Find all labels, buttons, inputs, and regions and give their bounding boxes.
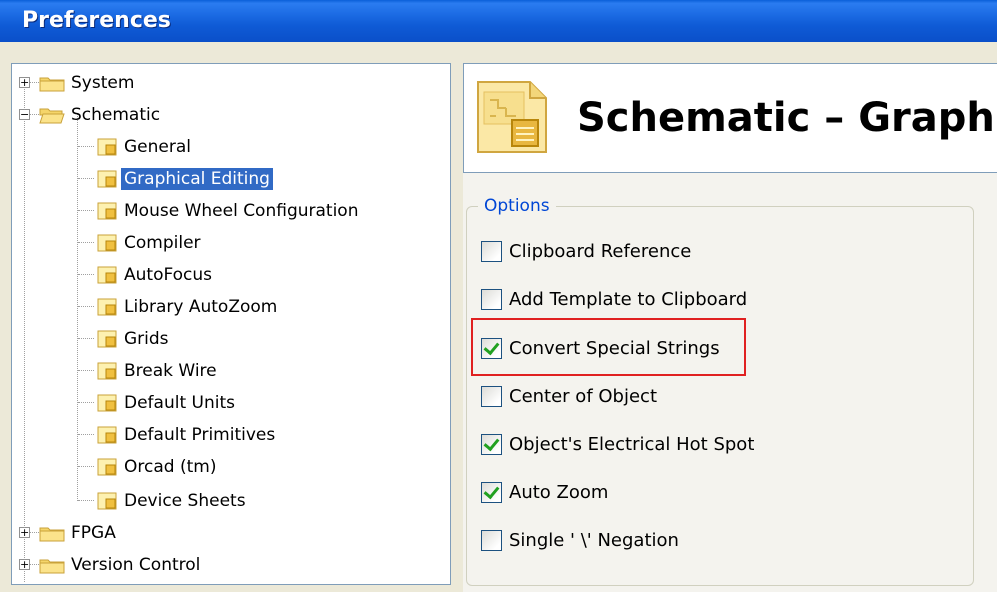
option-label: Object's Electrical Hot Spot [509,433,755,455]
tree-item-graphical-editing[interactable]: Graphical Editing [96,164,273,194]
tree-item-label: Orcad (tm) [124,457,217,477]
check-mark-icon [483,434,500,451]
tree-item-default-units[interactable]: Default Units [96,388,238,418]
tree-item-label: Schematic [71,105,161,125]
page-icon [96,393,118,413]
tree-item-autofocus[interactable]: AutoFocus [96,260,215,290]
tree-item-orcad[interactable]: Orcad (tm) [96,452,219,482]
option-label: Add Template to Clipboard [509,288,748,310]
option-label: Center of Object [509,385,657,407]
center-of-object-checkbox[interactable] [481,385,502,407]
preferences-tree[interactable]: + System − Schematic General Graphical E… [11,63,451,585]
tree-item-compiler[interactable]: Compiler [96,228,204,258]
tree-item-general[interactable]: General [96,132,194,162]
option-center-of-object[interactable]: Center of Object [481,382,657,410]
single-negation-checkbox[interactable] [481,529,502,551]
tree-item-label: Default Units [124,393,235,413]
folder-icon [39,524,65,542]
options-legend: Options [478,196,556,216]
page-icon [96,361,118,381]
tree-item-label: Grids [124,329,169,349]
page-icon [96,457,118,477]
page-icon [96,201,118,221]
tree-item-label: General [124,137,191,157]
option-label: Auto Zoom [509,481,609,503]
tree-item-label: System [71,73,135,93]
collapse-schematic-icon[interactable]: − [19,109,30,120]
add-template-checkbox[interactable] [481,288,502,310]
tree-item-device-sheets[interactable]: Device Sheets [96,486,249,516]
tree-item-label: Compiler [124,233,201,253]
tree-item-label: Graphical Editing [121,168,273,190]
tree-item-mouse-wheel-configuration[interactable]: Mouse Wheel Configuration [96,196,361,226]
expand-system-icon[interactable]: + [19,77,30,88]
tree-item-label: FPGA [71,523,116,543]
tree-item-schematic[interactable]: Schematic [39,100,163,130]
tree-item-label: Mouse Wheel Configuration [124,201,359,221]
page-title: Schematic – Graph [577,95,995,141]
option-label: Clipboard Reference [509,240,692,262]
electrical-hot-spot-checkbox[interactable] [481,433,502,455]
folder-icon [39,556,65,574]
window-title: Preferences [22,8,171,33]
tree-item-version-control[interactable]: Version Control [39,550,203,580]
tree-item-system[interactable]: System [39,68,137,98]
highlight-annotation [471,318,746,376]
page-icon [96,233,118,253]
schematic-page-icon [474,78,550,160]
option-auto-zoom[interactable]: Auto Zoom [481,478,608,506]
tree-item-break-wire[interactable]: Break Wire [96,356,220,386]
tree-item-label: Device Sheets [124,491,246,511]
page-icon [96,491,118,511]
tree-item-label: Break Wire [124,361,217,381]
option-clipboard-reference[interactable]: Clipboard Reference [481,237,691,265]
page-icon [96,265,118,285]
check-mark-icon [483,482,500,499]
auto-zoom-checkbox[interactable] [481,481,502,503]
tree-item-grids[interactable]: Grids [96,324,172,354]
page-icon [96,425,118,445]
tree-item-label: Default Primitives [124,425,276,445]
tree-item-label: AutoFocus [124,265,213,285]
tree-item-label: Library AutoZoom [124,297,278,317]
open-folder-icon [39,106,65,124]
page-icon [96,329,118,349]
tree-item-fpga[interactable]: FPGA [39,518,119,548]
tree-item-label: Version Control [71,555,201,575]
clipboard-reference-checkbox[interactable] [481,240,502,262]
page-icon [96,297,118,317]
expand-version-control-icon[interactable]: + [19,559,30,570]
page-icon [96,137,118,157]
expand-fpga-icon[interactable]: + [19,527,30,538]
folder-icon [39,74,65,92]
option-single-negation[interactable]: Single ' \' Negation [481,526,679,554]
option-electrical-hot-spot[interactable]: Object's Electrical Hot Spot [481,430,754,458]
option-add-template-to-clipboard[interactable]: Add Template to Clipboard [481,285,747,313]
title-bar: Preferences [0,0,997,42]
page-icon [96,169,118,189]
tree-item-library-autozoom[interactable]: Library AutoZoom [96,292,280,322]
tree-item-default-primitives[interactable]: Default Primitives [96,420,278,450]
option-label: Single ' \' Negation [509,529,679,551]
